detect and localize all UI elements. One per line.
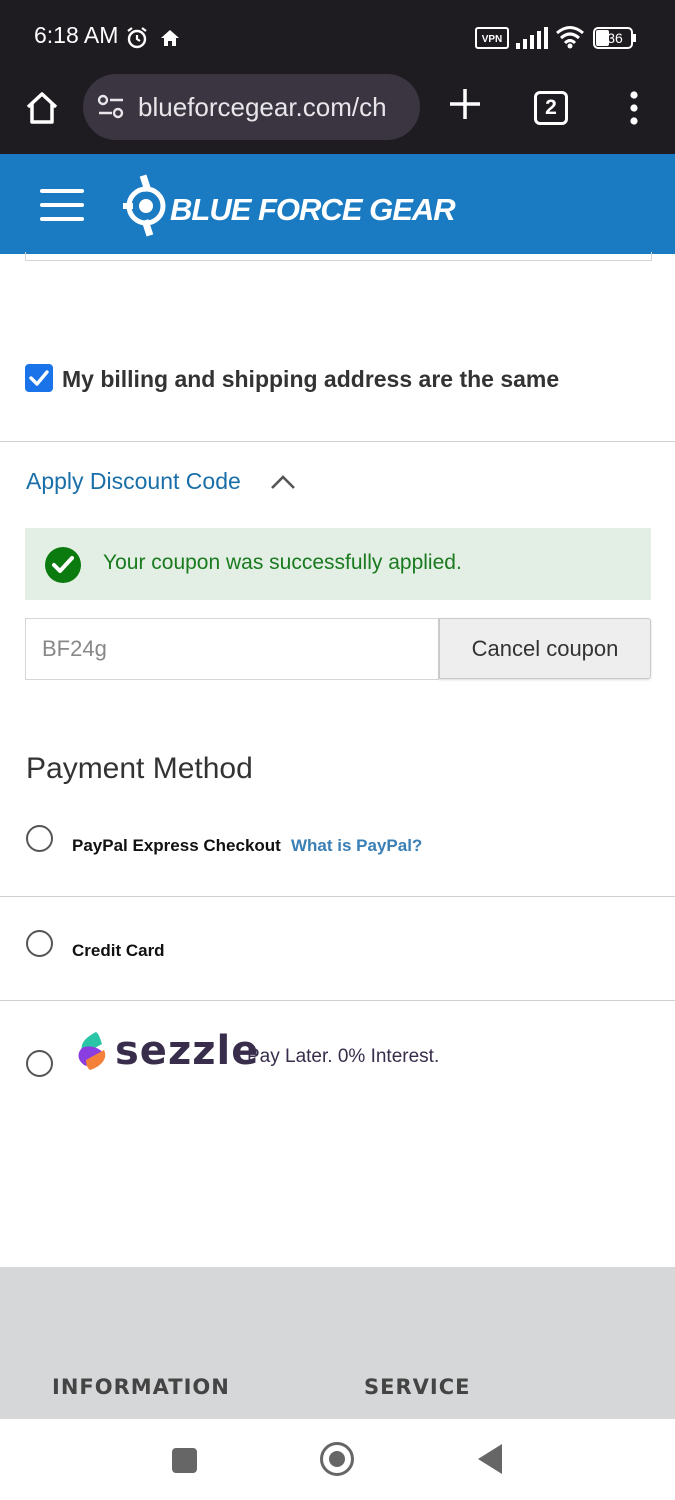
address-bar[interactable]: blueforcegear.com/ch [83,74,420,140]
previous-field-bottom [25,252,652,261]
same-address-checkbox[interactable] [25,364,53,392]
crosshair-logo-icon [123,174,166,237]
apply-discount-toggle[interactable]: Apply Discount Code [26,468,306,502]
system-nav-bar [0,1419,675,1500]
wifi-icon [556,26,584,49]
apply-discount-label: Apply Discount Code [26,468,241,494]
browser-toolbar: blueforcegear.com/ch 2 [0,74,675,154]
vpn-icon: VPN [475,27,509,49]
brand-logo[interactable]: BLUE FORCE GEAR [122,170,462,240]
signal-icon [516,27,548,49]
brand-name: BLUE FORCE GEAR [170,192,456,227]
back-icon[interactable] [478,1444,502,1474]
tabs-icon[interactable]: 2 [534,91,568,125]
site-info-icon[interactable] [97,94,125,120]
home-icon[interactable] [22,88,62,128]
vpn-label: VPN [482,34,503,45]
status-bar: 6:18 AM VPN 36 [0,0,675,74]
payment-method-title: Payment Method [26,752,253,785]
what-is-paypal-link[interactable]: What is PayPal? [291,836,422,856]
battery-icon: 36 [593,27,637,49]
coupon-success-message: Your coupon was successfully applied. [25,528,651,600]
site-footer: INFORMATION SERVICE [0,1267,675,1419]
hamburger-menu-icon[interactable] [40,189,84,221]
checkmark-icon [29,370,49,386]
credit-card-radio[interactable] [26,930,53,957]
site-header: BLUE FORCE GEAR [0,154,675,254]
paypal-radio[interactable] [26,825,53,852]
url-text: blueforcegear.com/ch [138,92,387,122]
sezzle-radio[interactable] [26,1050,53,1077]
new-tab-icon[interactable] [447,86,483,122]
chevron-up-icon [271,475,295,489]
sezzle-tagline: Pay Later. 0% Interest. [247,1046,440,1067]
home-nav-icon[interactable] [320,1442,354,1476]
success-check-icon [45,547,81,583]
battery-level: 36 [607,30,623,46]
home-small-icon [161,30,179,46]
footer-information-heading[interactable]: INFORMATION [52,1375,230,1399]
more-menu-icon[interactable] [624,88,644,128]
paypal-label[interactable]: PayPal Express Checkout [72,836,281,856]
same-address-label: My billing and shipping address are the … [62,366,560,392]
sezzle-wordmark: sezzle [115,1028,260,1074]
success-text: Your coupon was successfully applied. [103,551,462,574]
credit-card-label[interactable]: Credit Card [72,941,165,961]
cancel-coupon-button[interactable]: Cancel coupon [439,618,651,679]
status-time: 6:18 AM [34,22,119,48]
divider [0,896,675,897]
recents-icon[interactable] [172,1448,197,1473]
coupon-code-input[interactable] [25,618,439,680]
divider [0,1000,675,1001]
divider [0,441,675,442]
sezzle-logo-icon [78,1032,106,1070]
alarm-icon [127,27,147,49]
footer-service-heading[interactable]: SERVICE [364,1375,470,1399]
